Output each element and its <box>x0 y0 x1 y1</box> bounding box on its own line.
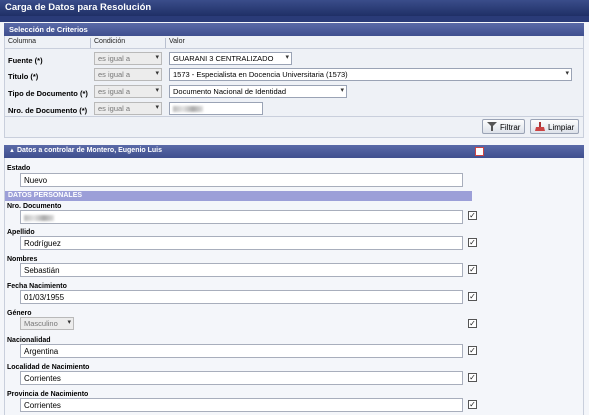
nombres-checkbox[interactable]: ✓ <box>468 265 477 274</box>
dropdown-arrow-icon: ▾ <box>340 87 344 94</box>
apellido-field[interactable]: Rodríguez <box>20 236 463 250</box>
window-title: Carga de Datos para Resolución <box>0 0 589 16</box>
criteria-header: Selección de Criterios <box>4 23 584 36</box>
provincia-nacimiento-checkbox[interactable]: ✓ <box>468 400 477 409</box>
value-select-titulo[interactable]: 1573 - Especialista en Docencia Universi… <box>169 68 572 81</box>
column-header-value: Valor <box>169 38 185 45</box>
criteria-label-tipo-documento: Tipo de Documento (*) <box>8 89 88 98</box>
fecha-nacimiento-field[interactable]: 01/03/1955 <box>20 290 463 304</box>
condition-select-fuente[interactable]: es igual a ▾ <box>94 52 162 65</box>
field-label-nacionalidad: Nacionalidad <box>7 337 51 344</box>
localidad-nacimiento-checkbox[interactable]: ✓ <box>468 373 477 382</box>
field-label-provincia-nacimiento: Provincia de Nacimiento <box>7 391 89 398</box>
apellido-checkbox[interactable]: ✓ <box>468 238 477 247</box>
criteria-label-titulo: Titulo (*) <box>8 72 39 81</box>
criteria-label-nro-documento: Nro. de Documento (*) <box>8 106 88 115</box>
nombres-field[interactable]: Sebastián <box>20 263 463 277</box>
fecha-nacimiento-checkbox[interactable]: ✓ <box>468 292 477 301</box>
criteria-label-fuente: Fuente (*) <box>8 56 43 65</box>
filter-button[interactable]: Filtrar <box>482 119 526 134</box>
field-label-fecha-nacimiento: Fecha Nacimiento <box>7 283 67 290</box>
field-label-apellido: Apellido <box>7 229 35 236</box>
title-underbar <box>0 16 589 22</box>
funnel-icon <box>487 122 497 131</box>
dropdown-arrow-icon: ▾ <box>285 54 289 61</box>
redacted-value <box>24 215 54 221</box>
broom-icon <box>535 122 545 131</box>
dropdown-arrow-icon: ▾ <box>155 70 159 77</box>
panel-options-icon[interactable] <box>475 147 484 156</box>
dropdown-arrow-icon: ▾ <box>67 319 71 326</box>
nacionalidad-checkbox[interactable]: ✓ <box>468 346 477 355</box>
column-separator <box>90 38 91 48</box>
collapse-icon: ▲ <box>9 148 15 154</box>
redacted-value <box>173 106 203 112</box>
criteria-divider <box>4 116 584 117</box>
field-label-estado: Estado <box>7 165 31 172</box>
value-select-fuente[interactable]: GUARANI 3 CENTRALIZADO ▾ <box>169 52 292 65</box>
column-header-condition: Condición <box>94 38 126 45</box>
nro-documento-input[interactable] <box>169 102 263 115</box>
nro-documento-checkbox[interactable]: ✓ <box>468 211 477 220</box>
field-label-genero: Género <box>7 310 32 317</box>
genero-select[interactable]: Masculino ▾ <box>20 317 74 330</box>
condition-select-titulo[interactable]: es igual a ▾ <box>94 68 162 81</box>
column-header-column: Columna <box>8 38 37 45</box>
genero-checkbox[interactable]: ✓ <box>468 319 477 328</box>
section-datos-personales: DATOS PERSONALES <box>5 191 472 201</box>
dropdown-arrow-icon: ▾ <box>155 87 159 94</box>
field-label-nombres: Nombres <box>7 256 38 263</box>
column-separator <box>165 38 166 48</box>
value-select-tipo-documento[interactable]: Documento Nacional de Identidad ▾ <box>169 85 347 98</box>
clear-button[interactable]: Limpiar <box>530 119 580 134</box>
dropdown-arrow-icon: ▾ <box>565 70 569 77</box>
condition-select-nro-documento[interactable]: es igual a ▾ <box>94 102 162 115</box>
dropdown-arrow-icon: ▾ <box>155 54 159 61</box>
estado-field[interactable]: Nuevo <box>20 173 463 187</box>
data-header[interactable]: ▲ Datos a controlar de Montero, Eugenio L… <box>4 145 584 158</box>
header-divider <box>4 48 584 49</box>
field-label-localidad-nacimiento: Localidad de Nacimiento <box>7 364 90 371</box>
nacionalidad-field[interactable]: Argentina <box>20 344 463 358</box>
provincia-nacimiento-field[interactable]: Corrientes <box>20 398 463 412</box>
condition-select-tipo-documento[interactable]: es igual a ▾ <box>94 85 162 98</box>
nro-documento-field[interactable] <box>20 210 463 224</box>
dropdown-arrow-icon: ▾ <box>155 104 159 111</box>
localidad-nacimiento-field[interactable]: Corrientes <box>20 371 463 385</box>
field-label-nro-documento: Nro. Documento <box>7 203 62 210</box>
